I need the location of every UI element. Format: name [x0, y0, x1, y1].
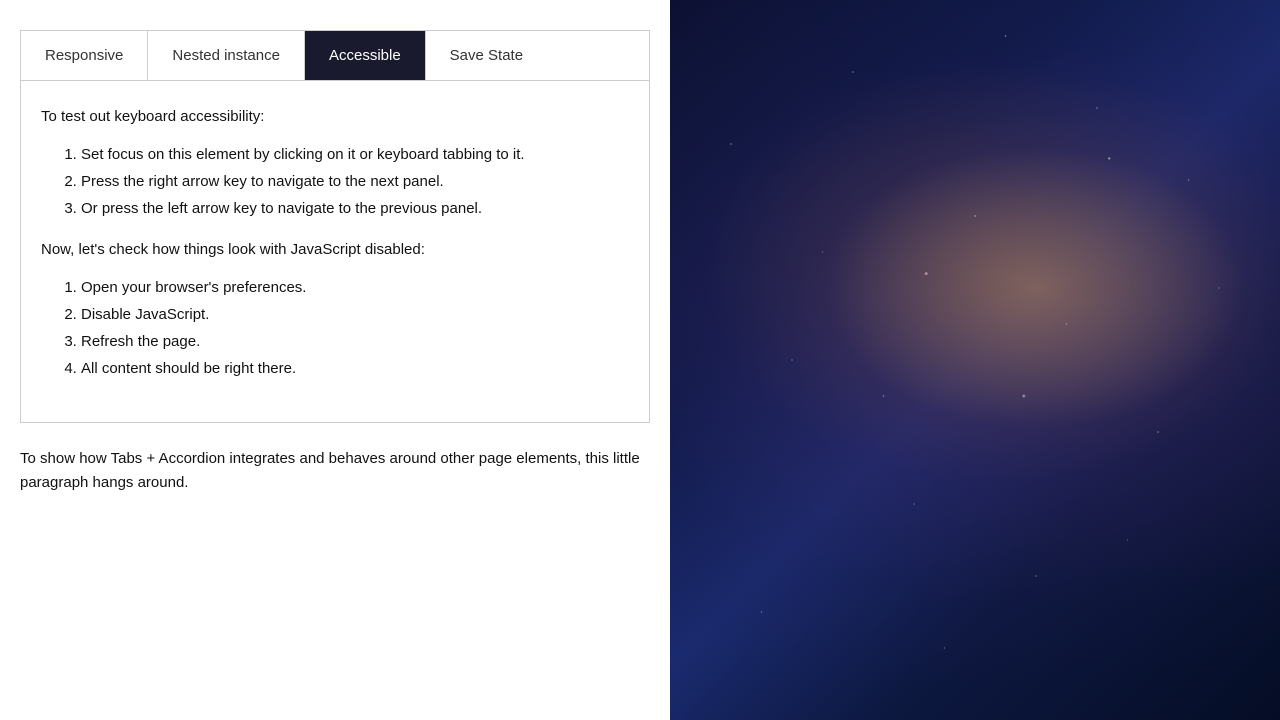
- panel-intro: To test out keyboard accessibility:: [41, 105, 629, 129]
- galaxy-background: [670, 0, 1280, 720]
- panel-list-2: Open your browser's preferences. Disable…: [81, 274, 629, 382]
- left-panel: Responsive Nested instance Accessible Sa…: [0, 0, 670, 720]
- panel-middle: Now, let's check how things look with Ja…: [41, 238, 629, 262]
- list-item: Set focus on this element by clicking on…: [81, 141, 629, 168]
- tabs-container: Responsive Nested instance Accessible Sa…: [20, 30, 650, 80]
- tab-nested-instance[interactable]: Nested instance: [148, 31, 305, 80]
- footer-text: To show how Tabs + Accordion integrates …: [20, 447, 650, 495]
- tab-save-state[interactable]: Save State: [426, 31, 547, 80]
- tab-responsive[interactable]: Responsive: [21, 31, 148, 80]
- panel-list-1: Set focus on this element by clicking on…: [81, 141, 629, 222]
- list-item: Open your browser's preferences.: [81, 274, 629, 301]
- list-item: Refresh the page.: [81, 328, 629, 355]
- list-item: All content should be right there.: [81, 355, 629, 382]
- list-item: Disable JavaScript.: [81, 301, 629, 328]
- tab-panel-content: To test out keyboard accessibility: Set …: [20, 80, 650, 423]
- tab-accessible[interactable]: Accessible: [305, 31, 426, 80]
- list-item: Press the right arrow key to navigate to…: [81, 168, 629, 195]
- list-item: Or press the left arrow key to navigate …: [81, 195, 629, 222]
